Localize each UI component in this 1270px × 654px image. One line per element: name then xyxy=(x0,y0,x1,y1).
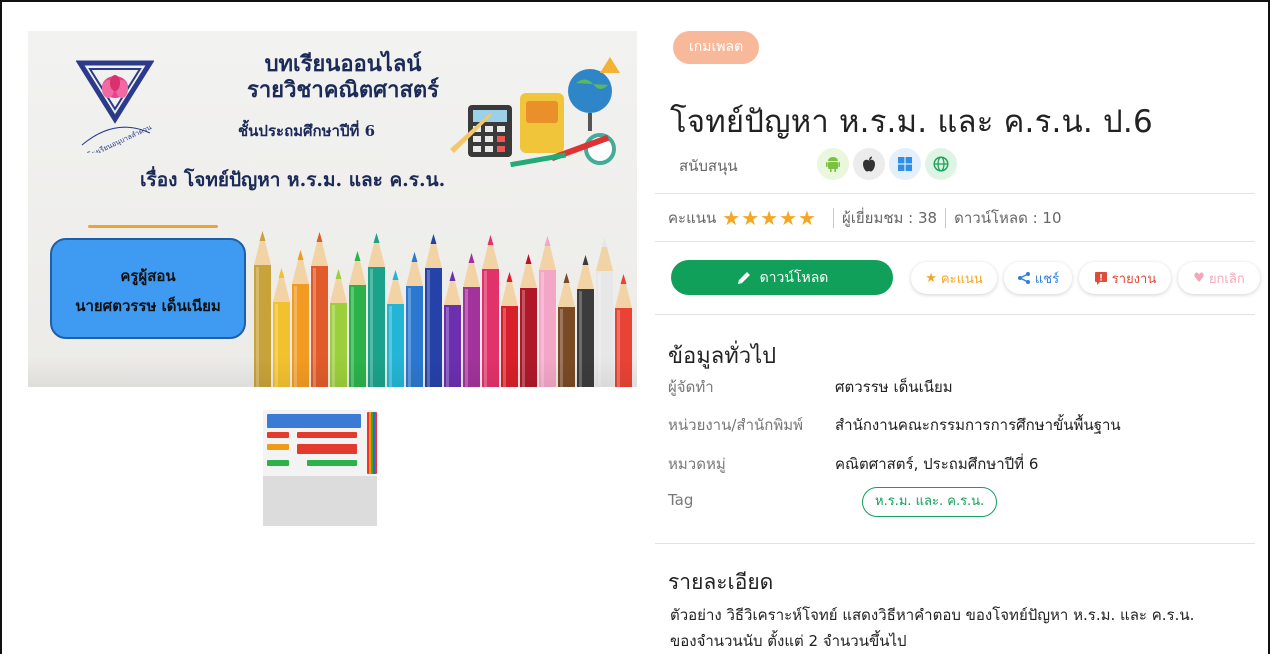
creator-value: ศตวรรษ เด็นเนียม xyxy=(835,378,953,396)
platform-icons xyxy=(817,148,957,180)
cover-title-line1: บทเรียนออนไลน์ xyxy=(264,51,422,77)
star-icon: ★ xyxy=(760,206,780,230)
creator-label: ผู้จัดทำ xyxy=(668,378,714,396)
thumbnail-image[interactable] xyxy=(263,410,377,526)
downloads-count: ดาวน์โหลด : 10 xyxy=(954,209,1062,227)
cover-topic: เรื่อง โจทย์ปัญหา ห.ร.ม. และ ค.ร.น. xyxy=(140,169,446,191)
decorative-underline xyxy=(88,225,218,228)
cover-shadow xyxy=(28,357,637,387)
report-button-label: รายงาน xyxy=(1111,271,1157,287)
share-icon xyxy=(1017,272,1030,284)
unlike-button[interactable]: ♥ ยกเลิก xyxy=(1178,262,1260,294)
cover-title: บทเรียนออนไลน์ รายวิชาคณิตศาสตร์ xyxy=(218,51,468,103)
category-value: คณิตศาสตร์, ประถมศึกษาปีที่ 6 xyxy=(835,455,1039,473)
info-heading: ข้อมูลทั่วไป xyxy=(668,344,777,369)
publisher-value: สำนักงานคณะกรรมการการศึกษาขั้นพื้นฐาน xyxy=(835,416,1121,434)
stats-separator xyxy=(832,208,834,228)
views-count: ผู้เยี่ยมชม : 38 xyxy=(841,209,938,227)
star-icon: ★ xyxy=(741,206,761,230)
heart-icon: ♥ xyxy=(1193,270,1205,286)
details-heading: รายละเอียด xyxy=(668,570,774,594)
report-button[interactable]: รายงาน xyxy=(1079,262,1171,294)
cover-grade: ชั้นประถมศึกษาปีที่ 6 xyxy=(238,122,376,140)
divider xyxy=(655,543,1255,544)
details-text-line2: ของจำนวนนับ ตั้งแต่ 2 จำนวนขึ้นไป xyxy=(670,632,907,650)
teacher-name: นายศตวรรษ เด็นเนียม xyxy=(75,297,221,315)
windows-icon xyxy=(889,148,921,180)
details-text: ตัวอย่าง วิธีวิเคราะห์โจทย์ แสดงวิธีหาคำ… xyxy=(670,602,1260,654)
report-icon xyxy=(1094,272,1107,285)
cover-image[interactable]: โรงเรียนอนุบาลลำดวน บทเรียนออนไลน์ รายวิ… xyxy=(28,31,637,387)
apple-icon xyxy=(853,148,885,180)
star-icon: ★ xyxy=(925,270,937,286)
divider xyxy=(655,241,1255,242)
divider xyxy=(655,314,1255,315)
unlike-button-label: ยกเลิก xyxy=(1208,271,1245,287)
tag-chip[interactable]: ห.ร.ม. และ. ค.ร.น. xyxy=(862,487,998,517)
teacher-role: ครูผู้สอน xyxy=(120,267,176,285)
download-button[interactable]: ดาวน์โหลด xyxy=(671,260,893,295)
school-logo: โรงเรียนอนุบาลลำดวน xyxy=(76,60,154,153)
star-icon: ★ xyxy=(779,206,799,230)
rate-button-label: คะแนน xyxy=(940,271,983,287)
rating-stars[interactable]: ★★★★★ xyxy=(722,206,817,230)
stats-row: คะแนน ★★★★★ ผู้เยี่ยมชม : 38 ดาวน์โหลด :… xyxy=(668,206,1062,230)
thumbnail-preview xyxy=(263,410,377,476)
divider xyxy=(655,193,1255,194)
page-title: โจทย์ปัญหา ห.ร.ม. และ ค.ร.น. ป.6 xyxy=(670,104,1153,140)
details-text-line1: ตัวอย่าง วิธีวิเคราะห์โจทย์ แสดงวิธีหาคำ… xyxy=(670,606,1195,624)
star-icon: ★ xyxy=(798,206,817,230)
category-pill[interactable]: เกมเพลต xyxy=(673,31,760,64)
star-icon: ★ xyxy=(722,206,742,230)
globe-icon xyxy=(925,148,957,180)
android-icon xyxy=(817,148,849,180)
rate-button[interactable]: ★ คะแนน xyxy=(911,262,997,294)
rating-label: คะแนน xyxy=(668,209,717,227)
stats-separator xyxy=(945,208,947,228)
share-button-label: แชร์ xyxy=(1034,271,1060,287)
teacher-box: ครูผู้สอน นายศตวรรษ เด็นเนียม xyxy=(50,238,246,339)
cover-title-line2: รายวิชาคณิตศาสตร์ xyxy=(247,77,439,103)
school-supplies-illustration xyxy=(450,57,620,168)
tag-label: Tag xyxy=(668,491,694,509)
support-label: สนับสนุน xyxy=(679,157,738,175)
category-label: หมวดหมู่ xyxy=(668,455,726,473)
publisher-label: หน่วยงาน/สำนักพิมพ์ xyxy=(668,416,803,434)
download-button-label: ดาวน์โหลด xyxy=(759,269,829,286)
pencil-icon xyxy=(737,271,750,284)
share-button[interactable]: แชร์ xyxy=(1004,262,1072,294)
